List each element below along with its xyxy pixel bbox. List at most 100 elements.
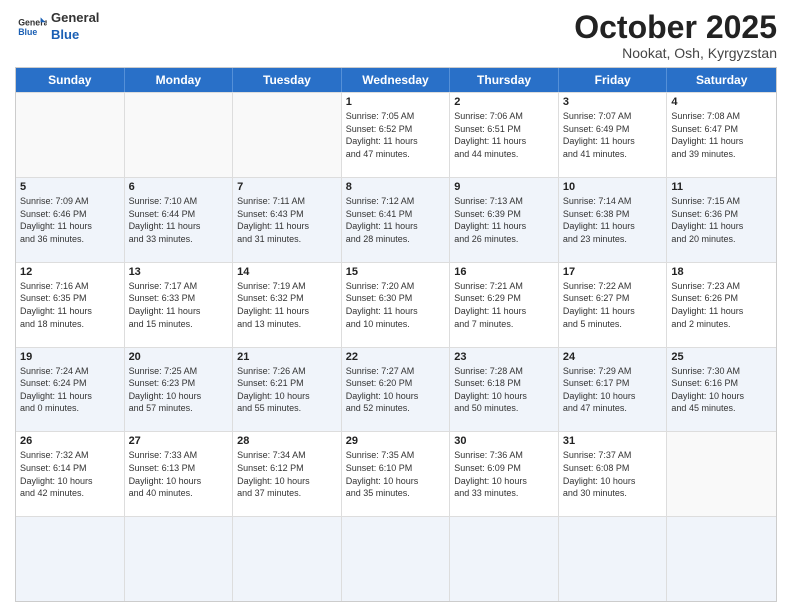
calendar: SundayMondayTuesdayWednesdayThursdayFrid… — [15, 67, 777, 602]
cell-line: Daylight: 10 hours — [454, 475, 554, 488]
cell-line: Sunrise: 7:34 AM — [237, 449, 337, 462]
cell-line: Sunset: 6:24 PM — [20, 377, 120, 390]
cal-cell-2-5: 17Sunrise: 7:22 AMSunset: 6:27 PMDayligh… — [559, 263, 668, 347]
cal-cell-4-3: 29Sunrise: 7:35 AMSunset: 6:10 PMDayligh… — [342, 432, 451, 516]
cal-cell-5-1 — [125, 517, 234, 601]
cell-line: and 47 minutes. — [563, 402, 663, 415]
cal-cell-3-6: 25Sunrise: 7:30 AMSunset: 6:16 PMDayligh… — [667, 348, 776, 432]
cal-cell-0-1 — [125, 93, 234, 177]
cell-line: Sunset: 6:43 PM — [237, 208, 337, 221]
cell-line: Sunrise: 7:19 AM — [237, 280, 337, 293]
cell-line: Sunset: 6:44 PM — [129, 208, 229, 221]
cal-cell-1-4: 9Sunrise: 7:13 AMSunset: 6:39 PMDaylight… — [450, 178, 559, 262]
cal-cell-3-0: 19Sunrise: 7:24 AMSunset: 6:24 PMDayligh… — [16, 348, 125, 432]
cell-line: and 23 minutes. — [563, 233, 663, 246]
logo-icon: General Blue — [15, 11, 47, 43]
cal-cell-5-2 — [233, 517, 342, 601]
cal-cell-2-2: 14Sunrise: 7:19 AMSunset: 6:32 PMDayligh… — [233, 263, 342, 347]
cell-line: Daylight: 11 hours — [129, 220, 229, 233]
cell-line: Daylight: 10 hours — [237, 475, 337, 488]
cell-line: Sunset: 6:13 PM — [129, 462, 229, 475]
cal-cell-3-5: 24Sunrise: 7:29 AMSunset: 6:17 PMDayligh… — [559, 348, 668, 432]
cell-line: Sunset: 6:10 PM — [346, 462, 446, 475]
cal-cell-0-2 — [233, 93, 342, 177]
cal-cell-1-0: 5Sunrise: 7:09 AMSunset: 6:46 PMDaylight… — [16, 178, 125, 262]
cell-line: Sunrise: 7:37 AM — [563, 449, 663, 462]
cell-line: Sunset: 6:09 PM — [454, 462, 554, 475]
cal-cell-1-2: 7Sunrise: 7:11 AMSunset: 6:43 PMDaylight… — [233, 178, 342, 262]
header-wednesday: Wednesday — [342, 68, 451, 92]
cell-line: and 55 minutes. — [237, 402, 337, 415]
cell-line: Sunset: 6:39 PM — [454, 208, 554, 221]
day-number: 13 — [129, 266, 229, 278]
cell-line: Sunrise: 7:17 AM — [129, 280, 229, 293]
cell-line: and 50 minutes. — [454, 402, 554, 415]
cell-line: and 13 minutes. — [237, 318, 337, 331]
calendar-row-1: 5Sunrise: 7:09 AMSunset: 6:46 PMDaylight… — [16, 177, 776, 262]
cell-line: Daylight: 10 hours — [671, 390, 772, 403]
day-number: 1 — [346, 96, 446, 108]
cell-line: and 5 minutes. — [563, 318, 663, 331]
logo: General Blue General Blue — [15, 10, 99, 44]
cell-line: Daylight: 11 hours — [563, 135, 663, 148]
cell-line: Daylight: 11 hours — [237, 220, 337, 233]
cell-line: and 0 minutes. — [20, 402, 120, 415]
cell-line: Daylight: 11 hours — [671, 135, 772, 148]
title-section: October 2025 Nookat, Osh, Kyrgyzstan — [574, 10, 777, 61]
cell-line: and 47 minutes. — [346, 148, 446, 161]
day-number: 8 — [346, 181, 446, 193]
day-number: 18 — [671, 266, 772, 278]
cell-line: Sunrise: 7:08 AM — [671, 110, 772, 123]
day-number: 27 — [129, 435, 229, 447]
cell-line: Daylight: 10 hours — [129, 390, 229, 403]
logo-general: General — [51, 10, 99, 27]
cell-line: Sunrise: 7:24 AM — [20, 365, 120, 378]
cell-line: Daylight: 11 hours — [563, 305, 663, 318]
cell-line: Sunset: 6:51 PM — [454, 123, 554, 136]
calendar-row-3: 19Sunrise: 7:24 AMSunset: 6:24 PMDayligh… — [16, 347, 776, 432]
cell-line: Sunset: 6:46 PM — [20, 208, 120, 221]
cell-line: and 41 minutes. — [563, 148, 663, 161]
cell-line: Daylight: 11 hours — [563, 220, 663, 233]
cell-line: Sunrise: 7:23 AM — [671, 280, 772, 293]
cell-line: Daylight: 11 hours — [20, 390, 120, 403]
header-friday: Friday — [559, 68, 668, 92]
cell-line: and 28 minutes. — [346, 233, 446, 246]
calendar-header: SundayMondayTuesdayWednesdayThursdayFrid… — [16, 68, 776, 92]
day-number: 22 — [346, 351, 446, 363]
day-number: 4 — [671, 96, 772, 108]
calendar-row-5 — [16, 516, 776, 601]
day-number: 15 — [346, 266, 446, 278]
cal-cell-5-6 — [667, 517, 776, 601]
cell-line: Daylight: 10 hours — [129, 475, 229, 488]
cal-cell-2-3: 15Sunrise: 7:20 AMSunset: 6:30 PMDayligh… — [342, 263, 451, 347]
cell-line: Daylight: 11 hours — [129, 305, 229, 318]
cell-line: Sunset: 6:52 PM — [346, 123, 446, 136]
day-number: 6 — [129, 181, 229, 193]
cell-line: Daylight: 10 hours — [563, 390, 663, 403]
cell-line: Sunrise: 7:27 AM — [346, 365, 446, 378]
cell-line: Sunset: 6:14 PM — [20, 462, 120, 475]
day-number: 3 — [563, 96, 663, 108]
cell-line: Sunrise: 7:22 AM — [563, 280, 663, 293]
day-number: 20 — [129, 351, 229, 363]
cell-line: Daylight: 11 hours — [20, 305, 120, 318]
cell-line: Sunrise: 7:11 AM — [237, 195, 337, 208]
cell-line: Daylight: 11 hours — [454, 220, 554, 233]
cell-line: Sunrise: 7:06 AM — [454, 110, 554, 123]
cal-cell-2-1: 13Sunrise: 7:17 AMSunset: 6:33 PMDayligh… — [125, 263, 234, 347]
cell-line: Sunset: 6:36 PM — [671, 208, 772, 221]
day-number: 16 — [454, 266, 554, 278]
page: General Blue General Blue October 2025 N… — [0, 0, 792, 612]
header-sunday: Sunday — [16, 68, 125, 92]
cal-cell-5-3 — [342, 517, 451, 601]
cal-cell-4-5: 31Sunrise: 7:37 AMSunset: 6:08 PMDayligh… — [559, 432, 668, 516]
cell-line: Sunset: 6:18 PM — [454, 377, 554, 390]
cell-line: and 20 minutes. — [671, 233, 772, 246]
header-tuesday: Tuesday — [233, 68, 342, 92]
cell-line: and 31 minutes. — [237, 233, 337, 246]
svg-text:General: General — [18, 17, 47, 27]
cell-line: Sunset: 6:41 PM — [346, 208, 446, 221]
cell-line: and 45 minutes. — [671, 402, 772, 415]
cal-cell-4-4: 30Sunrise: 7:36 AMSunset: 6:09 PMDayligh… — [450, 432, 559, 516]
